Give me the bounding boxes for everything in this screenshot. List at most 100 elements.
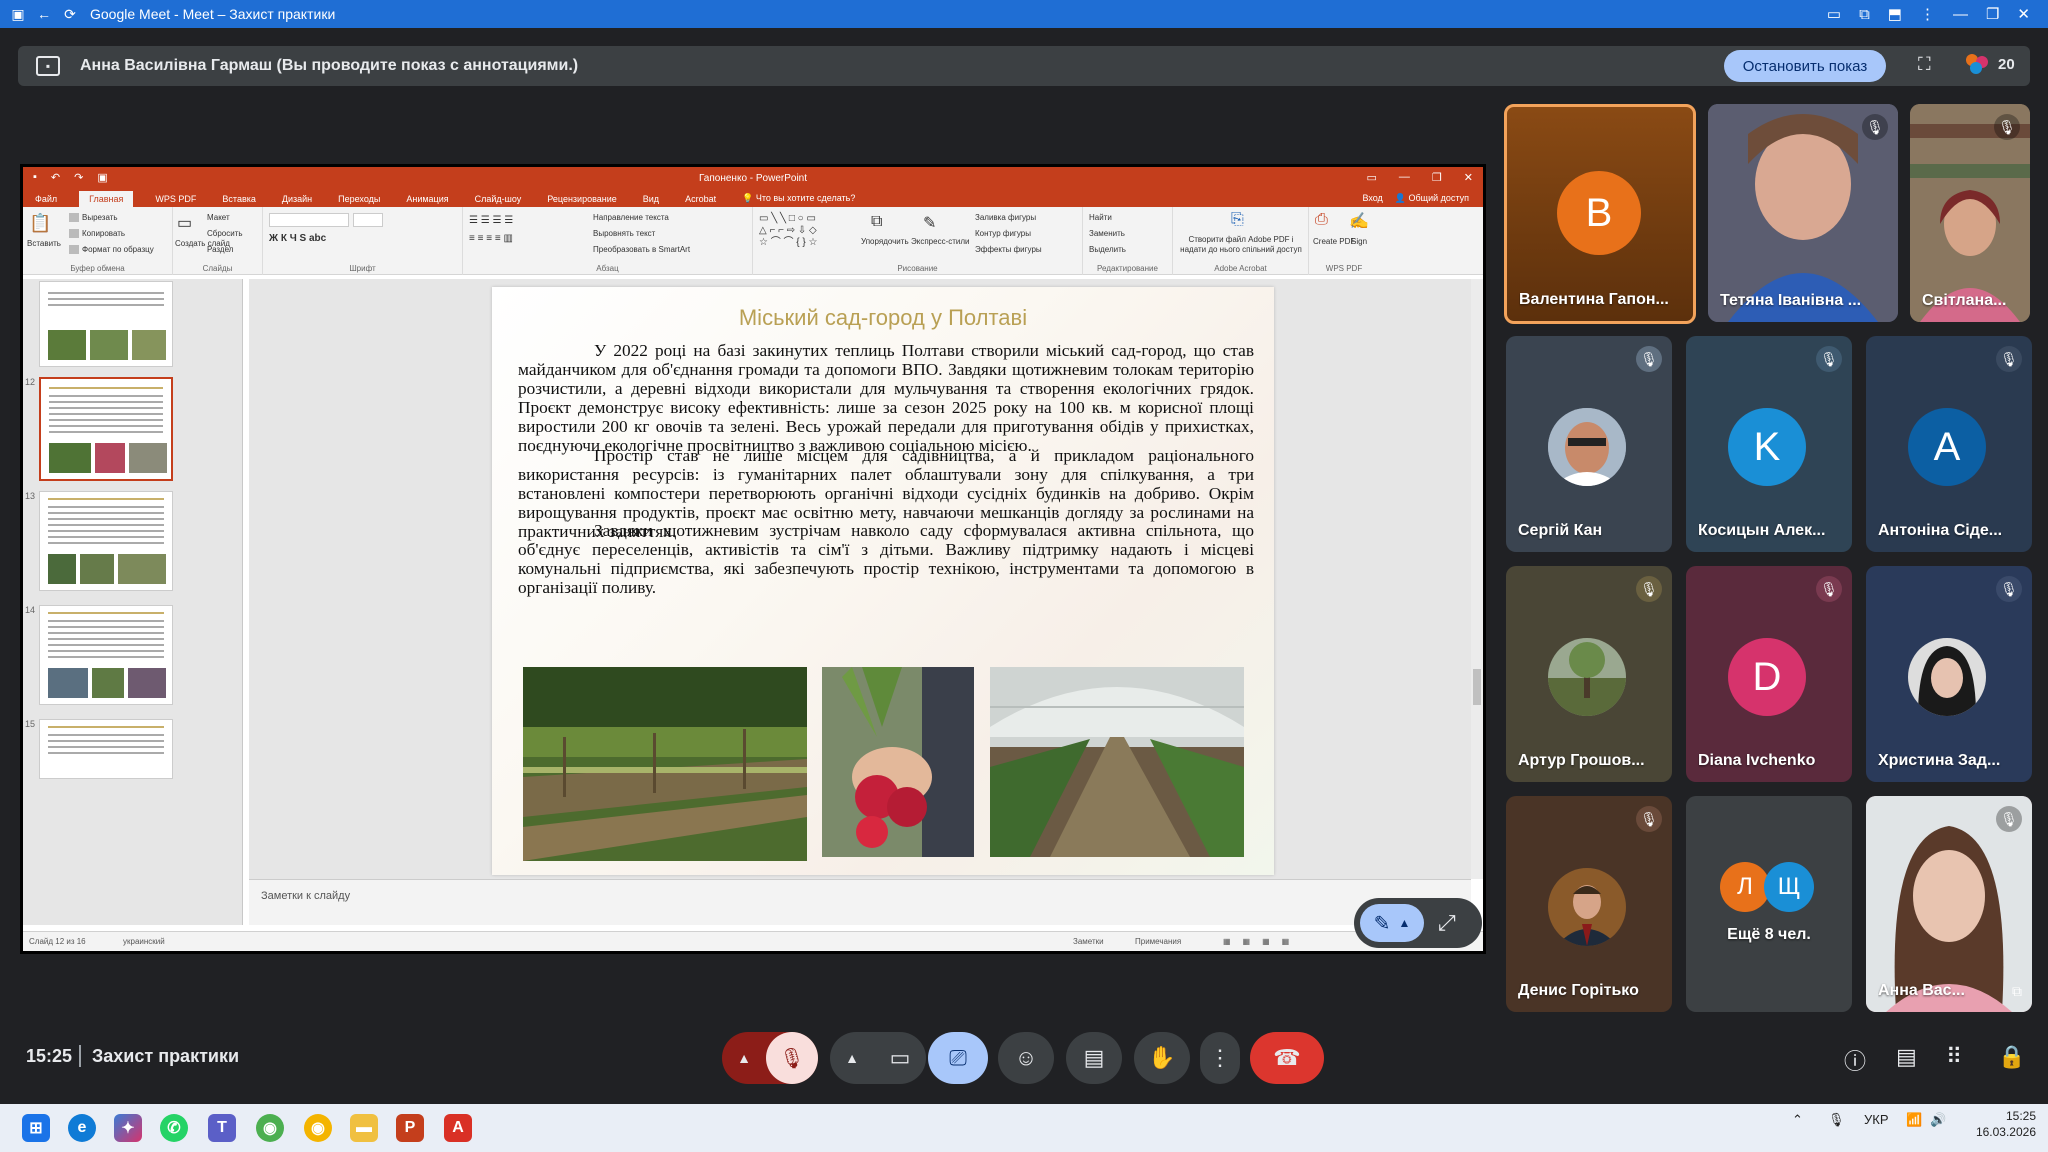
tab-home[interactable]: Главная xyxy=(79,191,134,207)
align-text-button[interactable]: Выровнять текст xyxy=(593,229,655,238)
extensions-icon[interactable]: ⬒ xyxy=(1888,5,1902,23)
view-buttons-icon[interactable]: ▦▦▦▦ xyxy=(1223,937,1301,946)
close-icon[interactable]: ✕ xyxy=(2017,5,2030,23)
quick-styles-button[interactable]: Экспресс-стили xyxy=(911,237,970,246)
participant-tile[interactable]: 🎙 Артур Грошов... xyxy=(1506,566,1672,782)
layout-button[interactable]: Макет xyxy=(207,213,230,222)
activities-icon[interactable]: ⠿ xyxy=(1946,1044,1962,1070)
language-indicator[interactable]: украинский xyxy=(123,937,165,946)
chrome-icon[interactable]: ◉ xyxy=(256,1114,284,1142)
arrange-icon[interactable]: ⧉ xyxy=(871,213,882,231)
edge-icon[interactable]: e xyxy=(68,1114,96,1142)
slide-vertical-scrollbar[interactable] xyxy=(1471,279,1483,879)
slide-editing-area[interactable]: Міський сад-город у Полтаві У 2022 році … xyxy=(249,279,1471,879)
ppt-minimize-icon[interactable]: — xyxy=(1399,171,1410,184)
bold-icon[interactable]: Ж К Ч S abc xyxy=(269,233,326,244)
tab-review[interactable]: Рецензирование xyxy=(543,191,621,207)
participants-count[interactable]: 20 xyxy=(1966,54,2015,74)
pin-frame-icon[interactable]: ⧉ xyxy=(2012,983,2022,1000)
translate-icon[interactable]: ⧉ xyxy=(1859,6,1870,23)
reload-icon[interactable]: ⟳ xyxy=(62,6,78,22)
shape-effects-button[interactable]: Эффекты фигуры xyxy=(975,245,1042,254)
present-screen-button[interactable]: ⎚ xyxy=(928,1032,988,1084)
participant-tile[interactable]: 🎙 Денис Горітько xyxy=(1506,796,1672,1012)
cut-button[interactable]: Вырезать xyxy=(69,213,118,223)
leave-call-button[interactable]: ☎ xyxy=(1250,1032,1324,1084)
tab-transitions[interactable]: Переходы xyxy=(334,191,384,207)
bullets-icon[interactable]: ☰ ☰ ☰ ☰ xyxy=(469,215,513,226)
more-options-button[interactable]: ⋮ xyxy=(1200,1032,1240,1084)
text-direction-button[interactable]: Направление текста xyxy=(593,213,669,222)
adobe-pdf-icon[interactable]: ⎘ xyxy=(1231,211,1244,229)
sign-icon[interactable]: ✍ xyxy=(1349,211,1369,231)
participant-tile[interactable]: A 🎙 Антоніна Сіде... xyxy=(1866,336,2032,552)
shape-outline-button[interactable]: Контур фигуры xyxy=(975,229,1031,238)
tray-chevron-icon[interactable]: ⌃ xyxy=(1792,1112,1803,1128)
redo-icon[interactable]: ↷ xyxy=(74,171,83,184)
menu-kebab-icon[interactable]: ⋮ xyxy=(1920,5,1935,23)
participant-tile[interactable]: 🎙 Анна Вас... ⧉ xyxy=(1866,796,2032,1012)
copy-button[interactable]: Копировать xyxy=(69,229,125,239)
paste-button[interactable]: Вставить xyxy=(27,239,61,248)
participant-tile[interactable]: K 🎙 Косицын Алек... xyxy=(1686,336,1852,552)
notes-toggle[interactable]: Заметки xyxy=(1073,937,1104,946)
undo-icon[interactable]: ↶ xyxy=(51,171,60,184)
minimize-icon[interactable]: — xyxy=(1953,6,1968,23)
stop-presenting-button[interactable]: Остановить показ xyxy=(1724,50,1886,82)
keyboard-language[interactable]: УКР xyxy=(1864,1112,1889,1127)
quick-styles-icon[interactable]: ✎ xyxy=(923,213,936,233)
captions-button[interactable]: ▤ xyxy=(1066,1032,1122,1084)
windows-start-icon[interactable]: ⊞ xyxy=(22,1114,50,1142)
tab-slideshow[interactable]: Слайд-шоу xyxy=(471,191,526,207)
arrange-button[interactable]: Упорядочить xyxy=(861,237,909,246)
shape-fill-button[interactable]: Заливка фигуры xyxy=(975,213,1036,222)
expand-icon[interactable]: ⤢ xyxy=(1438,910,1456,936)
whatsapp-icon[interactable]: ✆ xyxy=(160,1114,188,1142)
smartart-button[interactable]: Преобразовать в SmartArt xyxy=(593,245,690,254)
create-pdf-button[interactable]: Create PDF xyxy=(1313,237,1355,246)
select-button[interactable]: Выделить xyxy=(1089,245,1126,254)
tab-design[interactable]: Дизайн xyxy=(278,191,316,207)
new-slide-icon[interactable]: ▭ xyxy=(177,213,192,233)
save-icon[interactable]: ▪ xyxy=(33,171,37,184)
ribbon-options-icon[interactable]: ▭ xyxy=(1367,171,1377,184)
tab-insert[interactable]: Вставка xyxy=(218,191,259,207)
camera-options-chevron-icon[interactable]: ▲ xyxy=(830,1032,874,1084)
camera-icon[interactable]: ▭ xyxy=(1827,5,1841,23)
ppt-restore-icon[interactable]: ❐ xyxy=(1432,171,1442,184)
camera-icon[interactable]: ▭ xyxy=(874,1032,926,1084)
notes-pane[interactable]: Заметки к слайду xyxy=(249,879,1471,925)
ppt-close-icon[interactable]: ✕ xyxy=(1464,171,1473,184)
acrobat-icon[interactable]: A xyxy=(444,1114,472,1142)
microphone-control[interactable]: ▲ 🎙 xyxy=(722,1032,818,1084)
font-size-input[interactable] xyxy=(353,213,383,227)
shapes-gallery-icon[interactable]: ▭ ╲ ╲ □ ○ ▭ △ ⌐ ⌐ ⇨ ⇩ ◇ ☆ ⌒ ⌒ { } ☆ xyxy=(759,213,818,249)
comments-toggle[interactable]: Примечания xyxy=(1135,937,1181,946)
raise-hand-button[interactable]: ✋ xyxy=(1134,1032,1190,1084)
chrome-profile-icon[interactable]: ◉ xyxy=(304,1114,332,1142)
annotation-pen-button[interactable]: ✎ ▲ xyxy=(1360,904,1424,942)
taskbar-clock[interactable]: 15:25 16.03.2026 xyxy=(1966,1108,2036,1140)
mic-off-icon[interactable]: 🎙 xyxy=(766,1032,818,1084)
participant-tile[interactable]: В Валентина Гапон... xyxy=(1504,104,1696,324)
slide-thumbnail-active[interactable] xyxy=(39,377,173,481)
tell-me-search[interactable]: 💡 Что вы хотите сделать? xyxy=(738,190,859,207)
hide-preview-icon[interactable]: ⛶ xyxy=(1918,54,1931,75)
tab-view[interactable]: Вид xyxy=(639,191,663,207)
powerpoint-icon[interactable]: P xyxy=(396,1114,424,1142)
teams-icon[interactable]: T xyxy=(208,1114,236,1142)
camera-control[interactable]: ▲ ▭ xyxy=(830,1032,926,1084)
participant-tile[interactable]: 🎙 Сергій Кан xyxy=(1506,336,1672,552)
slide-thumbnail[interactable] xyxy=(39,281,173,367)
mic-options-chevron-icon[interactable]: ▲ xyxy=(722,1032,766,1084)
replace-button[interactable]: Заменить xyxy=(1089,229,1125,238)
file-explorer-icon[interactable]: ▬ xyxy=(350,1114,378,1142)
restore-icon[interactable]: ❐ xyxy=(1986,5,1999,23)
host-controls-icon[interactable]: 🔒 xyxy=(1998,1044,2025,1070)
adobe-create-button[interactable]: Створити файл Adobe PDF і надати до ньог… xyxy=(1177,235,1305,255)
current-slide[interactable]: Міський сад-город у Полтаві У 2022 році … xyxy=(492,287,1274,875)
find-button[interactable]: Найти xyxy=(1089,213,1112,222)
copilot-icon[interactable]: ✦ xyxy=(114,1114,142,1142)
section-button[interactable]: Раздел xyxy=(207,245,233,254)
slide-thumbnail[interactable] xyxy=(39,605,173,705)
